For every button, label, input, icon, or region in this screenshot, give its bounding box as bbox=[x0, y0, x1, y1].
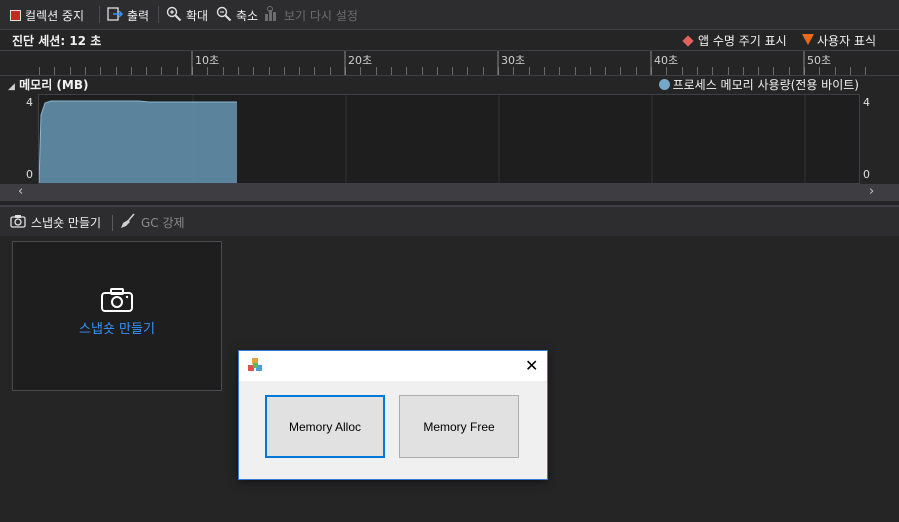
collapse-triangle-icon: ◢ bbox=[8, 82, 15, 92]
zoom-in-label: 확대 bbox=[186, 8, 209, 23]
memory-chart[interactable] bbox=[38, 94, 860, 184]
triangle-down-icon bbox=[802, 33, 814, 48]
output-label: 출력 bbox=[127, 8, 150, 23]
close-icon[interactable]: ✕ bbox=[525, 356, 538, 375]
reset-view-label: 보기 다시 설정 bbox=[284, 8, 358, 23]
toolbar-divider bbox=[158, 6, 159, 23]
camera-icon bbox=[10, 214, 26, 231]
tick-label: 10초 bbox=[195, 54, 220, 67]
timeline-ruler[interactable]: 10초 20초 30초 40초 50초 bbox=[0, 50, 899, 76]
y-axis-min-right: 0 bbox=[863, 168, 870, 181]
toolbar: 컬렉션 중지 출력 확대 축소 보기 다시 설정 bbox=[0, 0, 899, 30]
zoom-out-button[interactable]: 축소 bbox=[216, 4, 258, 26]
zoom-in-icon bbox=[166, 6, 182, 25]
legend-dot-icon bbox=[658, 79, 670, 90]
session-duration: 진단 세션: 12 초 bbox=[12, 34, 102, 48]
memory-alloc-button[interactable]: Memory Alloc bbox=[265, 395, 385, 458]
take-snapshot-link[interactable]: 스냅숏 만들기 bbox=[13, 318, 221, 337]
tab-divider bbox=[112, 215, 113, 231]
stop-collection-label: 컬렉션 중지 bbox=[25, 8, 85, 23]
tick-label: 40초 bbox=[654, 54, 679, 67]
memory-free-button[interactable]: Memory Free bbox=[399, 395, 519, 458]
memory-chart-canvas bbox=[39, 95, 806, 183]
zoom-out-label: 축소 bbox=[236, 8, 259, 23]
force-gc-tab[interactable]: GC 강제 bbox=[120, 212, 185, 232]
memory-legend: 프로세스 메모리 사용량(전용 바이트) bbox=[658, 76, 859, 93]
dialog-title-bar[interactable]: ✕ bbox=[239, 351, 547, 381]
tick-label: 50초 bbox=[807, 54, 832, 67]
app-icon bbox=[247, 357, 263, 376]
memory-usage-area bbox=[39, 101, 237, 183]
camera-icon bbox=[101, 288, 133, 315]
diamond-icon bbox=[682, 34, 694, 47]
tick-label: 20초 bbox=[348, 54, 373, 67]
timeline-scrollbar[interactable]: ‹ › bbox=[0, 184, 899, 201]
app-lifecycle-legend[interactable]: 앱 수명 주기 표시 bbox=[681, 32, 787, 49]
stop-collection-button[interactable]: 컬렉션 중지 bbox=[10, 4, 84, 26]
force-gc-label: GC 강제 bbox=[141, 215, 185, 230]
memory-test-dialog: ✕ Memory Alloc Memory Free bbox=[238, 350, 548, 480]
reset-view-button[interactable]: 보기 다시 설정 bbox=[264, 4, 358, 26]
memory-title-label: 메모리 (MB) bbox=[19, 78, 89, 92]
user-marks-legend[interactable]: 사용자 표식 bbox=[802, 32, 876, 49]
y-axis-min-left: 0 bbox=[26, 168, 33, 181]
output-button[interactable]: 출력 bbox=[107, 4, 149, 26]
ruler-ticks bbox=[39, 51, 866, 75]
tick-label: 30초 bbox=[501, 54, 526, 67]
y-axis-max-right: 4 bbox=[863, 96, 870, 109]
reset-zoom-icon bbox=[264, 5, 280, 25]
user-marks-label: 사용자 표식 bbox=[817, 34, 877, 48]
memory-tools-tabs: 스냅숏 만들기 GC 강제 bbox=[0, 205, 899, 237]
toolbar-divider bbox=[99, 6, 100, 23]
app-lifecycle-label: 앱 수명 주기 표시 bbox=[698, 34, 787, 48]
memory-header: ◢ 메모리 (MB) 프로세스 메모리 사용량(전용 바이트) bbox=[0, 75, 899, 93]
zoom-out-icon bbox=[216, 6, 232, 25]
scroll-right-icon[interactable]: › bbox=[869, 184, 874, 199]
memory-title[interactable]: ◢ 메모리 (MB) bbox=[8, 76, 88, 93]
take-snapshot-label: 스냅숏 만들기 bbox=[31, 215, 102, 230]
broom-icon bbox=[120, 212, 136, 232]
memory-legend-label: 프로세스 메모리 사용량(전용 바이트) bbox=[672, 78, 859, 92]
y-axis-max-left: 4 bbox=[26, 96, 33, 109]
take-snapshot-tab[interactable]: 스냅숏 만들기 bbox=[10, 212, 101, 232]
export-icon bbox=[107, 6, 124, 25]
zoom-in-button[interactable]: 확대 bbox=[166, 4, 208, 26]
scroll-left-icon[interactable]: ‹ bbox=[18, 184, 23, 199]
stop-icon bbox=[10, 9, 21, 21]
take-snapshot-card[interactable]: 스냅숏 만들기 bbox=[12, 241, 222, 391]
session-bar: 진단 세션: 12 초 앱 수명 주기 표시 사용자 표식 bbox=[0, 30, 899, 50]
